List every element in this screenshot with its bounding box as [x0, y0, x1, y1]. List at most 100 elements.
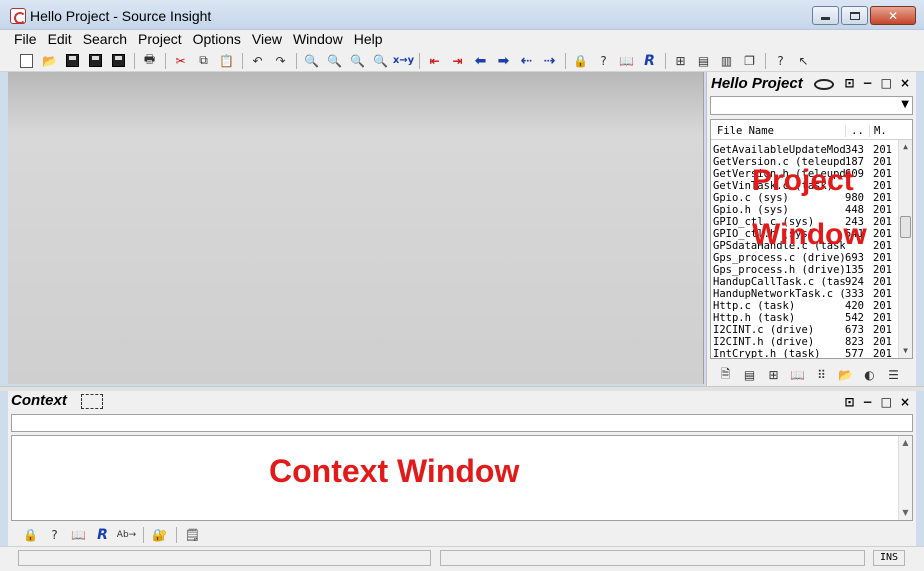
menu-view[interactable]: View	[248, 30, 289, 50]
find-prev-button[interactable]: 🔍	[324, 52, 345, 70]
open-folder-button[interactable]: 📂	[835, 366, 856, 384]
scroll-down-icon[interactable]: ▼	[899, 344, 912, 358]
file-list-view-button[interactable]: 🗎	[715, 366, 736, 384]
tile-vertical-button[interactable]: ▥	[716, 52, 737, 70]
project-settings-button[interactable]: ◐	[859, 366, 880, 384]
file-row[interactable]: GetVinTask.c (task) 201	[711, 180, 912, 192]
category-view-button[interactable]: ⊞	[763, 366, 784, 384]
undo-button[interactable]: ↶	[247, 52, 268, 70]
replace-button[interactable]: x→y	[393, 52, 414, 70]
file-row[interactable]: Http.c (task) 420 201	[711, 300, 912, 312]
file-row[interactable]: I2CINT.c (drive) 673 201	[711, 324, 912, 336]
file-row[interactable]: HandupCallTask.c (task 924 201	[711, 276, 912, 288]
chevron-down-icon[interactable]: ▼	[901, 99, 909, 110]
cut-button[interactable]: ✂	[170, 52, 191, 70]
file-row[interactable]: Gps_process.h (drive) 135 201	[711, 264, 912, 276]
maximize-icon[interactable]: □	[881, 76, 892, 90]
column-modified[interactable]: M.	[869, 124, 896, 137]
scroll-thumb[interactable]	[900, 216, 911, 238]
print-button[interactable]: 🖶	[139, 52, 160, 70]
file-row[interactable]: GPIO_ctl.h (sys) 541 201	[711, 228, 912, 240]
jump-back-button[interactable]: ⇠	[516, 52, 537, 70]
menu-project[interactable]: Project	[134, 30, 189, 50]
minimize-icon[interactable]: −	[863, 76, 873, 90]
bookmark-next-button[interactable]: ⇥	[447, 52, 468, 70]
jump-forward-button[interactable]: ⇢	[539, 52, 560, 70]
file-list-scrollbar[interactable]: ▲ ▼	[898, 140, 912, 358]
book-button[interactable]: 📖	[68, 526, 89, 544]
relation-button[interactable]: R	[92, 526, 113, 544]
tile-button[interactable]: ⊞	[670, 52, 691, 70]
context-scrollbar[interactable]: ▲ ▼	[898, 436, 912, 520]
column-size[interactable]: ..	[845, 124, 869, 137]
search-files-button[interactable]: 🔍	[370, 52, 391, 70]
lock-button[interactable]: 🔐	[149, 526, 170, 544]
project-filter-combo[interactable]: ▼	[710, 96, 913, 115]
close-icon[interactable]: ×	[900, 76, 910, 90]
help-button[interactable]: ?	[770, 52, 791, 70]
menu-search[interactable]: Search	[79, 30, 134, 50]
tile-horizontal-button[interactable]: ▤	[693, 52, 714, 70]
context-help-button[interactable]: ↖	[793, 52, 814, 70]
pin-icon[interactable]: ⊡	[844, 395, 854, 409]
minimize-icon[interactable]: −	[863, 395, 873, 409]
cascade-button[interactable]: ❐	[739, 52, 760, 70]
symbol-info-button[interactable]: ?	[593, 52, 614, 70]
close-icon[interactable]: ×	[900, 395, 910, 409]
pin-icon[interactable]: ⊡	[844, 76, 854, 90]
ab-button[interactable]: Ab→	[116, 526, 137, 544]
menu-options[interactable]: Options	[189, 30, 248, 50]
file-row[interactable]: GPIO_ctl.c (sys) 243 201	[711, 216, 912, 228]
book-view-button[interactable]: 📖	[787, 366, 808, 384]
file-row[interactable]: GPSdataHandle.c (task 201	[711, 240, 912, 252]
maximize-button[interactable]	[841, 6, 868, 25]
file-row[interactable]: GetVersion.h (teleupda 609 201	[711, 168, 912, 180]
new-file-button[interactable]	[16, 52, 37, 70]
copy-button[interactable]: ⧉	[193, 52, 214, 70]
file-row[interactable]: Gpio.h (sys) 448 201	[711, 204, 912, 216]
list-details-button[interactable]: ☰	[883, 366, 904, 384]
find-button[interactable]: 🔍	[301, 52, 322, 70]
maximize-icon[interactable]: □	[881, 395, 892, 409]
save-as-button[interactable]	[85, 52, 106, 70]
symbol-list-button[interactable]: ▤	[739, 366, 760, 384]
find-next-button[interactable]: 🔍	[347, 52, 368, 70]
file-row[interactable]: I2CINT.h (drive) 823 201	[711, 336, 912, 348]
file-row[interactable]: HandupNetworkTask.c (t 333 201	[711, 288, 912, 300]
menu-window[interactable]: Window	[289, 30, 350, 50]
bookmark-prev-button[interactable]: ⇤	[424, 52, 445, 70]
file-row[interactable]: IntCrypt.h (task) 577 201	[711, 348, 912, 358]
go-forward-button[interactable]: ➡	[493, 52, 514, 70]
editor-area[interactable]	[8, 72, 704, 384]
paste-button[interactable]: 📋	[216, 52, 237, 70]
menu-help[interactable]: Help	[350, 30, 390, 50]
scroll-down-icon[interactable]: ▼	[899, 506, 912, 520]
scroll-up-icon[interactable]: ▲	[899, 140, 912, 154]
symbol-info-button[interactable]: ?	[44, 526, 65, 544]
save-button[interactable]	[62, 52, 83, 70]
redo-button[interactable]: ↷	[270, 52, 291, 70]
lock-context-button[interactable]: 🔒	[20, 526, 41, 544]
sort-button[interactable]: ⠿	[811, 366, 832, 384]
save-all-button[interactable]	[108, 52, 129, 70]
file-row[interactable]: Http.h (task) 542 201	[711, 312, 912, 324]
book-button[interactable]: 📖	[616, 52, 637, 70]
menu-file[interactable]: File	[10, 30, 44, 50]
menu-edit[interactable]: Edit	[44, 30, 79, 50]
file-row[interactable]: Gps_process.c (drive) 693 201	[711, 252, 912, 264]
project-file-list[interactable]: File Name .. M. GetAvailableUpdateModu 34…	[710, 119, 913, 359]
minimize-button[interactable]	[812, 6, 839, 25]
file-row[interactable]: GetAvailableUpdateModu 343 201	[711, 144, 912, 156]
close-button[interactable]: ✕	[870, 6, 916, 25]
relation-button[interactable]: R	[639, 52, 660, 70]
lock-button[interactable]: 🔒	[570, 52, 591, 70]
file-row[interactable]: GetVersion.c (teleupda 187 201	[711, 156, 912, 168]
context-symbol-field[interactable]	[11, 414, 913, 432]
properties-button[interactable]: 🗒	[182, 526, 203, 544]
column-file-name[interactable]: File Name	[711, 125, 845, 137]
scroll-up-icon[interactable]: ▲	[899, 436, 912, 450]
go-back-button[interactable]: ⬅	[470, 52, 491, 70]
open-file-button[interactable]: 📂	[39, 52, 60, 70]
context-body[interactable]: ▲ ▼	[11, 435, 913, 521]
file-row[interactable]: Gpio.c (sys) 980 201	[711, 192, 912, 204]
